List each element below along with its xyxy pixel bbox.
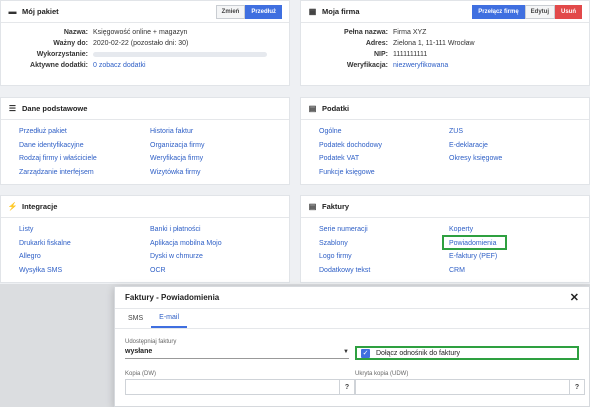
- bcc-field: Ukryta kopia (UDW) ?: [355, 371, 585, 395]
- link-cloud-drives[interactable]: Dyski w chmurze: [150, 250, 222, 264]
- notifications-modal: Faktury - Powiadomienia ✕ SMS E-mail Udo…: [114, 286, 590, 407]
- link-general[interactable]: Ogólne: [319, 125, 382, 139]
- link-business-card[interactable]: Wizytówka firmy: [150, 166, 204, 180]
- verification-link[interactable]: niezweryfikowana: [393, 62, 448, 69]
- notifications-highlight: [442, 235, 507, 250]
- basic-data-card: ☰ Dane podstawowe Przedłuż pakiet Dane i…: [0, 97, 290, 185]
- cc-field: Kopia (DW) ?: [125, 371, 355, 395]
- link-e-invoices[interactable]: E-faktury (PEF): [449, 250, 497, 264]
- list-icon: ☰: [8, 104, 17, 113]
- invoices-title: Faktury: [322, 202, 350, 211]
- link-additional-text[interactable]: Dodatkowy tekst: [319, 264, 370, 278]
- link-ocr[interactable]: OCR: [150, 264, 222, 278]
- link-zus[interactable]: ZUS: [449, 125, 502, 139]
- link-company-type[interactable]: Rodzaj firmy i właściciele: [19, 152, 97, 166]
- share-invoices-field: Udostępniaj faktury wysłane ▼: [125, 339, 349, 359]
- bcc-input[interactable]: ?: [355, 379, 585, 395]
- document-icon: ▤: [308, 202, 317, 211]
- taxes-card: ▤ Podatki Ogólne Podatek dochodowy Podat…: [300, 97, 590, 185]
- link-income-tax[interactable]: Podatek dochodowy: [319, 139, 382, 153]
- link-numbering-series[interactable]: Serie numeracji: [319, 223, 370, 237]
- link-company-logo[interactable]: Logo firmy: [319, 250, 370, 264]
- company-address-row: Adres: Zielona 1, 11-111 Wrocław: [365, 40, 475, 47]
- modal-title: Faktury - Powiadomienia: [125, 293, 220, 302]
- extend-package-button[interactable]: Przedłuż: [245, 4, 282, 19]
- tab-sms[interactable]: SMS: [120, 309, 151, 328]
- checkbox-checked-icon[interactable]: ✓: [361, 348, 370, 358]
- invoices-card: ▤ Faktury Serie numeracji Szablony Logo …: [300, 195, 590, 283]
- basic-data-header: ☰ Dane podstawowe: [1, 98, 289, 120]
- link-accounting-functions[interactable]: Funkcje księgowe: [319, 166, 382, 180]
- switch-company-button[interactable]: Przełącz firmę: [472, 4, 525, 19]
- link-templates[interactable]: Szablony: [319, 237, 370, 251]
- package-name-row: Nazwa: Księgowość online + magazyn: [63, 29, 188, 36]
- link-company-verification[interactable]: Weryfikacja firmy: [150, 152, 204, 166]
- link-fiscal-printers[interactable]: Drukarki fiskalne: [19, 237, 71, 251]
- cc-label: Kopia (DW): [125, 371, 157, 377]
- usage-progress-bar: [93, 52, 267, 57]
- tab-email[interactable]: E-mail: [151, 309, 188, 328]
- link-mobile-app[interactable]: Aplikacja mobilna Mojo: [150, 237, 222, 251]
- integrations-card: ⚡ Integracje Listy Drukarki fiskalne All…: [0, 195, 290, 283]
- company-nip-row: NIP: 1111111111: [374, 51, 428, 58]
- help-icon[interactable]: ?: [569, 379, 584, 395]
- link-identification-data[interactable]: Dane identyfikacyjne: [19, 139, 97, 153]
- package-title: Mój pakiet: [22, 7, 59, 16]
- card-icon: ▬: [8, 7, 17, 16]
- building-icon: ▦: [308, 7, 317, 16]
- delete-company-button[interactable]: Usuń: [555, 4, 582, 19]
- help-icon[interactable]: ?: [339, 379, 354, 395]
- dropdown-arrow-icon: ▼: [343, 348, 349, 355]
- package-usage-row: Wykorzystanie:: [1, 49, 289, 60]
- package-addons-row: Aktywne dodatki: 0 zobacz dodatki: [30, 62, 146, 69]
- link-banks[interactable]: Banki i płatności: [150, 223, 222, 237]
- share-invoices-select[interactable]: wysłane ▼: [125, 345, 349, 359]
- link-allegro[interactable]: Allegro: [19, 250, 71, 264]
- integrations-header: ⚡ Integracje: [1, 196, 289, 218]
- plug-icon: ⚡: [7, 202, 18, 211]
- link-invoice-history[interactable]: Historia faktur: [150, 125, 204, 139]
- basic-data-title: Dane podstawowe: [22, 104, 88, 113]
- change-package-button[interactable]: Zmień: [215, 4, 246, 19]
- company-header: ▦ Moja firma Przełącz firmę Edytuj Usuń: [301, 1, 589, 23]
- share-invoices-value: wysłane: [125, 348, 153, 355]
- link-e-declarations[interactable]: E-deklaracje: [449, 139, 502, 153]
- modal-tabs: SMS E-mail: [115, 309, 589, 329]
- close-icon[interactable]: ✕: [570, 291, 579, 304]
- link-accounting-periods[interactable]: Okresy księgowe: [449, 152, 502, 166]
- package-card: ▬ Mój pakiet Zmień Przedłuż Nazwa: Księgo…: [0, 0, 290, 86]
- link-crm[interactable]: CRM: [449, 264, 497, 278]
- link-sms[interactable]: Wysyłka SMS: [19, 264, 71, 278]
- company-card: ▦ Moja firma Przełącz firmę Edytuj Usuń …: [300, 0, 590, 86]
- edit-company-button[interactable]: Edytuj: [524, 4, 555, 19]
- taxes-title: Podatki: [322, 104, 350, 113]
- attach-link-option[interactable]: ✓ Dołącz odnośnik do faktury: [355, 346, 579, 360]
- invoices-header: ▤ Faktury: [301, 196, 589, 218]
- link-interface-management[interactable]: Zarządzanie interfejsem: [19, 166, 97, 180]
- modal-header: Faktury - Powiadomienia ✕: [115, 287, 589, 309]
- document-icon: ▤: [308, 104, 317, 113]
- company-name-row: Pełna nazwa: Firma XYZ: [344, 29, 427, 36]
- link-extend-package[interactable]: Przedłuż pakiet: [19, 125, 97, 139]
- attach-link-label: Dołącz odnośnik do faktury: [376, 349, 461, 357]
- bcc-label: Ukryta kopia (UDW): [355, 371, 409, 377]
- taxes-header: ▤ Podatki: [301, 98, 589, 120]
- company-verification-row: Weryfikacja: niezweryfikowana: [346, 62, 449, 69]
- package-header: ▬ Mój pakiet Zmień Przedłuż: [1, 1, 289, 23]
- integrations-title: Integracje: [22, 202, 58, 211]
- link-company-organization[interactable]: Organizacja firmy: [150, 139, 204, 153]
- package-valid-row: Ważny do: 2020-02-22 (pozostało dni: 30): [53, 40, 189, 47]
- link-vat[interactable]: Podatek VAT: [319, 152, 382, 166]
- link-letters[interactable]: Listy: [19, 223, 71, 237]
- company-title: Moja firma: [322, 7, 360, 16]
- view-addons-link[interactable]: 0 zobacz dodatki: [93, 62, 146, 69]
- cc-input[interactable]: ?: [125, 379, 355, 395]
